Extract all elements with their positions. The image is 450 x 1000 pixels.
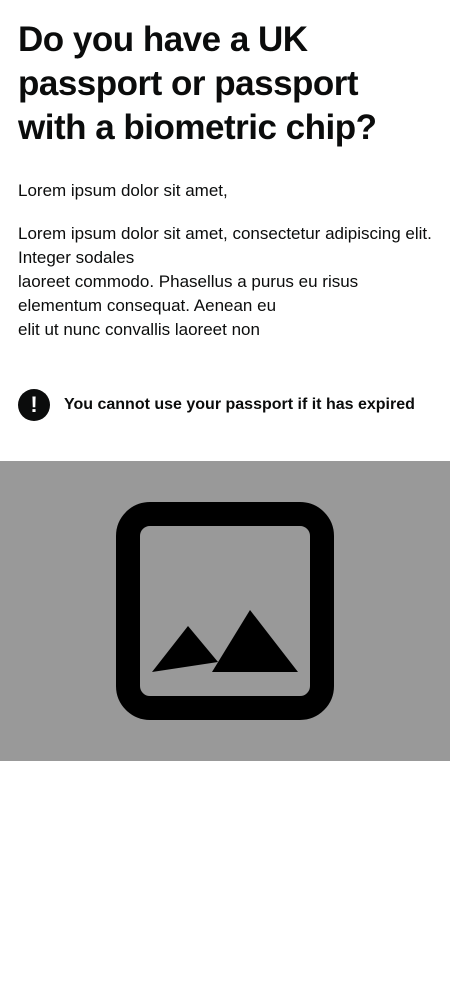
mountain-small-shape <box>152 626 218 672</box>
page-title: Do you have a UK passport or passport wi… <box>18 20 377 147</box>
main-content: Do you have a UK passport or passport wi… <box>0 0 450 422</box>
image-placeholder-icon <box>116 502 334 720</box>
warning-callout: ! You cannot use your passport if it has… <box>18 388 432 422</box>
image-placeholder <box>0 461 450 761</box>
body-line-3: elit ut nunc convallis laoreet non <box>18 320 260 339</box>
body-line-2: laoreet commodo. Phasellus a purus eu ri… <box>18 272 359 315</box>
exclamation-icon: ! <box>18 389 50 421</box>
body-text: Lorem ipsum dolor sit amet, consectetur … <box>18 222 432 342</box>
body-line-1: Lorem ipsum dolor sit amet, consectetur … <box>18 224 432 267</box>
intro-text: Lorem ipsum dolor sit amet, <box>18 181 228 200</box>
warning-text: You cannot use your passport if it has e… <box>64 396 415 413</box>
mountain-large-shape <box>212 610 298 672</box>
